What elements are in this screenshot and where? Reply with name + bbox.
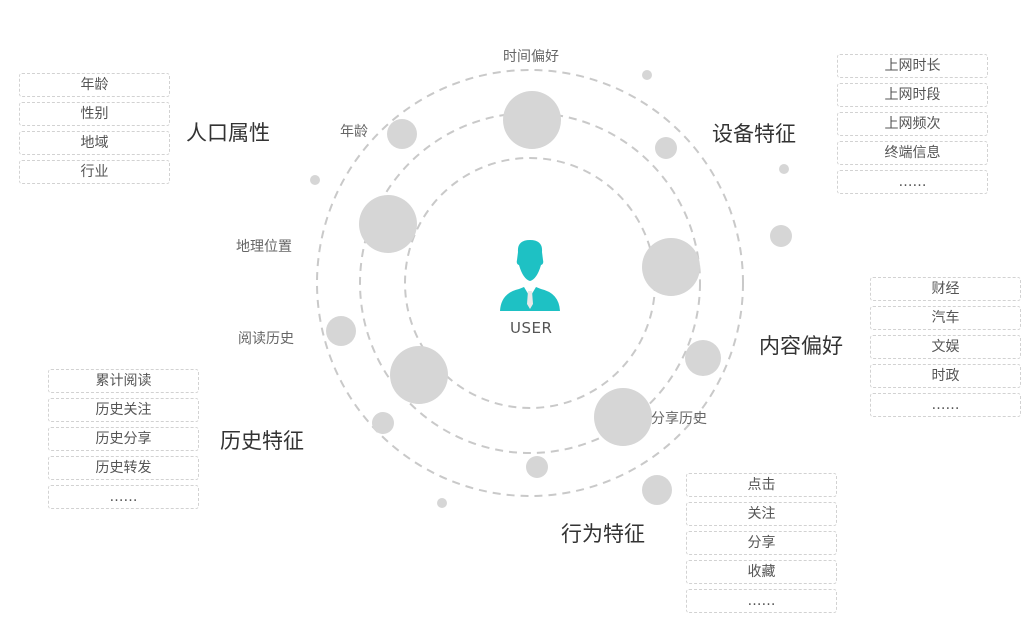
list-item: 性别 <box>19 102 170 126</box>
node-reading <box>326 316 356 346</box>
list-item: 财经 <box>870 277 1021 301</box>
category-title-history: 历史特征 <box>220 429 304 453</box>
label-geo: 地理位置 <box>236 239 292 255</box>
history-list: 累计阅读 历史关注 历史分享 历史转发 …… <box>48 369 199 514</box>
node-geo <box>359 195 417 253</box>
list-item: 分享 <box>686 531 837 555</box>
node-device-c <box>779 164 789 174</box>
user-icon <box>500 240 560 311</box>
label-age: 年龄 <box>340 124 368 140</box>
list-item: 年龄 <box>19 73 170 97</box>
list-item: 累计阅读 <box>48 369 199 393</box>
node-history-small <box>372 412 394 434</box>
user-label: USER <box>510 319 553 337</box>
list-item: 终端信息 <box>837 141 988 165</box>
category-title-device: 设备特征 <box>712 122 796 146</box>
list-item: 上网时长 <box>837 54 988 78</box>
list-item: …… <box>870 393 1021 417</box>
list-item: …… <box>686 589 837 613</box>
device-list: 上网时长 上网时段 上网频次 终端信息 …… <box>837 54 988 199</box>
node-age <box>387 119 417 149</box>
label-reading: 阅读历史 <box>238 331 294 347</box>
list-item: 汽车 <box>870 306 1021 330</box>
list-item: 历史分享 <box>48 427 199 451</box>
list-item: 历史关注 <box>48 398 199 422</box>
list-item: 关注 <box>686 502 837 526</box>
list-item: …… <box>837 170 988 194</box>
list-item: 地域 <box>19 131 170 155</box>
category-title-demographic: 人口属性 <box>186 121 270 145</box>
node-dot-left <box>310 175 320 185</box>
node-share <box>594 388 652 446</box>
node-history-large <box>390 346 448 404</box>
node-content-c <box>770 225 792 247</box>
node-behavior-b <box>642 475 672 505</box>
list-item: 上网频次 <box>837 112 988 136</box>
category-title-behavior: 行为特征 <box>561 522 645 546</box>
node-device-b <box>642 70 652 80</box>
list-item: 时政 <box>870 364 1021 388</box>
demographic-list: 年龄 性别 地域 行业 <box>19 73 170 189</box>
list-item: 行业 <box>19 160 170 184</box>
list-item: 文娱 <box>870 335 1021 359</box>
list-item: …… <box>48 485 199 509</box>
node-behavior-a <box>526 456 548 478</box>
node-device-a <box>655 137 677 159</box>
node-content-large <box>642 238 700 296</box>
content-list: 财经 汽车 文娱 时政 …… <box>870 277 1021 422</box>
node-dot-bottom <box>437 498 447 508</box>
list-item: 上网时段 <box>837 83 988 107</box>
node-time-preference <box>503 91 561 149</box>
node-content-small <box>685 340 721 376</box>
list-item: 收藏 <box>686 560 837 584</box>
behavior-list: 点击 关注 分享 收藏 …… <box>686 473 837 618</box>
user-profile-diagram: USER 时间偏好 年龄 地理位置 阅读历史 分享历史 人口属性 设备特征 内容… <box>0 0 1035 635</box>
category-title-content: 内容偏好 <box>759 334 843 358</box>
list-item: 点击 <box>686 473 837 497</box>
list-item: 历史转发 <box>48 456 199 480</box>
label-share: 分享历史 <box>651 411 707 427</box>
label-time-preference: 时间偏好 <box>503 49 559 65</box>
